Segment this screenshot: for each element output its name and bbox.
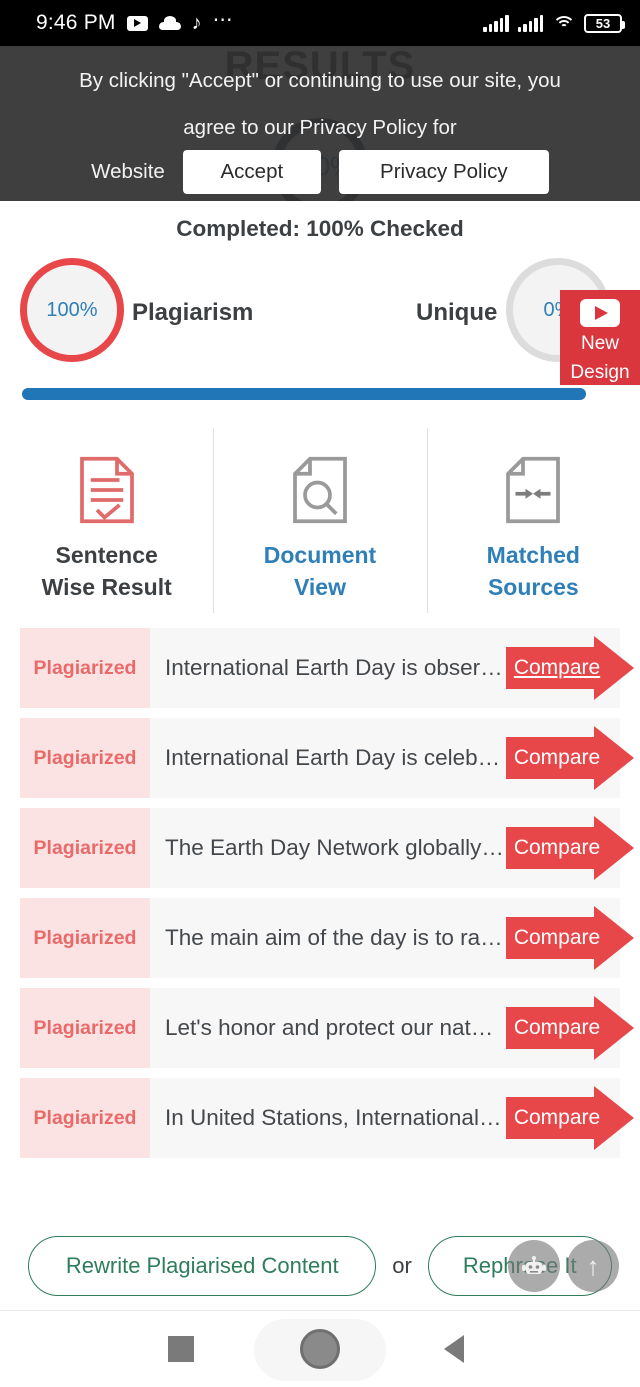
tiktok-icon: ♪ <box>191 12 202 34</box>
scroll-to-top-button[interactable]: ↑ <box>567 1240 619 1292</box>
compare-button[interactable]: Compare <box>506 996 634 1060</box>
rewrite-plagiarised-content-button[interactable]: Rewrite Plagiarised Content <box>28 1236 377 1296</box>
plagiarism-label: Plagiarism <box>132 299 254 326</box>
status-bar-clock: 9:46 PM <box>36 11 116 34</box>
tab-sentence-wise-result[interactable]: Sentence Wise Result <box>0 428 213 623</box>
compare-button-label: Compare <box>513 656 601 679</box>
table-row: Plagiarized The Earth Day Network global… <box>20 808 634 888</box>
tab-document-view[interactable]: Document View <box>213 428 426 623</box>
new-design-label-line2: Design <box>570 362 630 383</box>
cookie-actions-row: Website Accept Privacy Policy <box>0 150 640 194</box>
compare-button[interactable]: Compare <box>506 1086 634 1150</box>
new-design-label-line1: New <box>580 333 619 354</box>
document-check-icon <box>76 455 138 525</box>
robot-icon[interactable] <box>508 1240 560 1292</box>
unique-label: Unique <box>416 299 498 326</box>
result-view-tabs: Sentence Wise Result Document View Match… <box>0 428 640 623</box>
phone-screen: 9:46 PM ♪ ⋯ 53 RESULTS 100% By clicking … <box>0 0 640 1387</box>
status-badge: Plagiarized <box>20 1078 150 1158</box>
compare-button-label: Compare <box>513 1106 601 1129</box>
table-row: Plagiarized International Earth Day is c… <box>20 718 634 798</box>
compare-button-label: Compare <box>513 926 601 949</box>
progress-bar <box>22 388 586 400</box>
document-arrows-icon <box>502 455 564 525</box>
plagiarism-gauge: 100% <box>20 258 124 362</box>
completed-status-text: Completed: 100% Checked <box>176 216 464 241</box>
tab-label-line1: Matched <box>486 542 580 568</box>
compare-button-label: Compare <box>513 746 601 769</box>
triangle-back-icon[interactable] <box>444 1335 464 1363</box>
status-bar-left: 9:46 PM ♪ ⋯ <box>36 10 235 36</box>
cloud-icon <box>158 16 181 30</box>
compare-button-label: Compare <box>513 836 601 859</box>
cookie-text-line1: By clicking "Accept" or continuing to us… <box>79 69 561 92</box>
new-design-badge[interactable]: New Design <box>560 290 640 385</box>
wifi-icon <box>552 15 575 32</box>
table-row: Plagiarized Let's honor and protect our … <box>20 988 634 1068</box>
signal-bars-icon-2 <box>517 14 543 32</box>
privacy-policy-button[interactable]: Privacy Policy <box>338 150 549 194</box>
plagiarism-gauge-value: 100% <box>46 298 98 321</box>
status-badge: Plagiarized <box>20 988 150 1068</box>
cookie-consent-banner: By clicking "Accept" or continuing to us… <box>0 46 640 201</box>
tab-document-view-label: Document View <box>264 539 376 603</box>
battery-icon: 53 <box>584 13 625 33</box>
square-recents-icon[interactable] <box>168 1336 194 1362</box>
status-badge: Plagiarized <box>20 808 150 888</box>
tab-label-line2: View <box>293 574 346 600</box>
status-badge: Plagiarized <box>20 628 150 708</box>
cookie-text-line2: agree to our Privacy Policy for <box>183 116 457 139</box>
tab-label-line2: Wise Result <box>41 574 172 600</box>
compare-button[interactable]: Compare <box>506 726 634 790</box>
compare-button[interactable]: Compare <box>506 636 634 700</box>
accept-button[interactable]: Accept <box>182 150 321 194</box>
more-dots-icon: ⋯ <box>212 9 235 31</box>
or-separator: or <box>392 1253 412 1278</box>
tab-matched-sources[interactable]: Matched Sources <box>426 428 640 623</box>
tab-matched-sources-label: Matched Sources <box>487 539 580 603</box>
signal-bars-icon-1 <box>483 14 509 32</box>
youtube-icon <box>126 15 148 31</box>
table-row: Plagiarized International Earth Day is o… <box>20 628 634 708</box>
sentence-results-list: Plagiarized International Earth Day is o… <box>20 628 634 1168</box>
tab-label-line2: Sources <box>487 574 579 600</box>
status-badge: Plagiarized <box>20 898 150 978</box>
compare-button[interactable]: Compare <box>506 816 634 880</box>
compare-button-label: Compare <box>513 1016 601 1039</box>
tab-label-line1: Sentence <box>55 542 158 568</box>
youtube-play-icon <box>580 299 620 327</box>
android-navigation-bar <box>0 1310 640 1387</box>
document-search-icon <box>289 455 351 525</box>
battery-percent: 53 <box>595 15 611 31</box>
score-gauges: 100% Plagiarism Unique 0% <box>0 258 640 368</box>
cookie-text-line3: Website <box>91 160 165 183</box>
table-row: Plagiarized The main aim of the day is t… <box>20 898 634 978</box>
arrow-up-icon: ↑ <box>586 1251 600 1281</box>
compare-button[interactable]: Compare <box>506 906 634 970</box>
tab-label-line1: Document <box>263 542 377 568</box>
tab-sentence-wise-result-label: Sentence Wise Result <box>42 539 172 603</box>
circle-home-icon[interactable] <box>300 1329 340 1369</box>
status-bar: 9:46 PM ♪ ⋯ 53 <box>0 0 640 46</box>
status-bar-right: 53 <box>483 13 625 33</box>
status-badge: Plagiarized <box>20 718 150 798</box>
table-row: Plagiarized In United Stations, Internat… <box>20 1078 634 1158</box>
